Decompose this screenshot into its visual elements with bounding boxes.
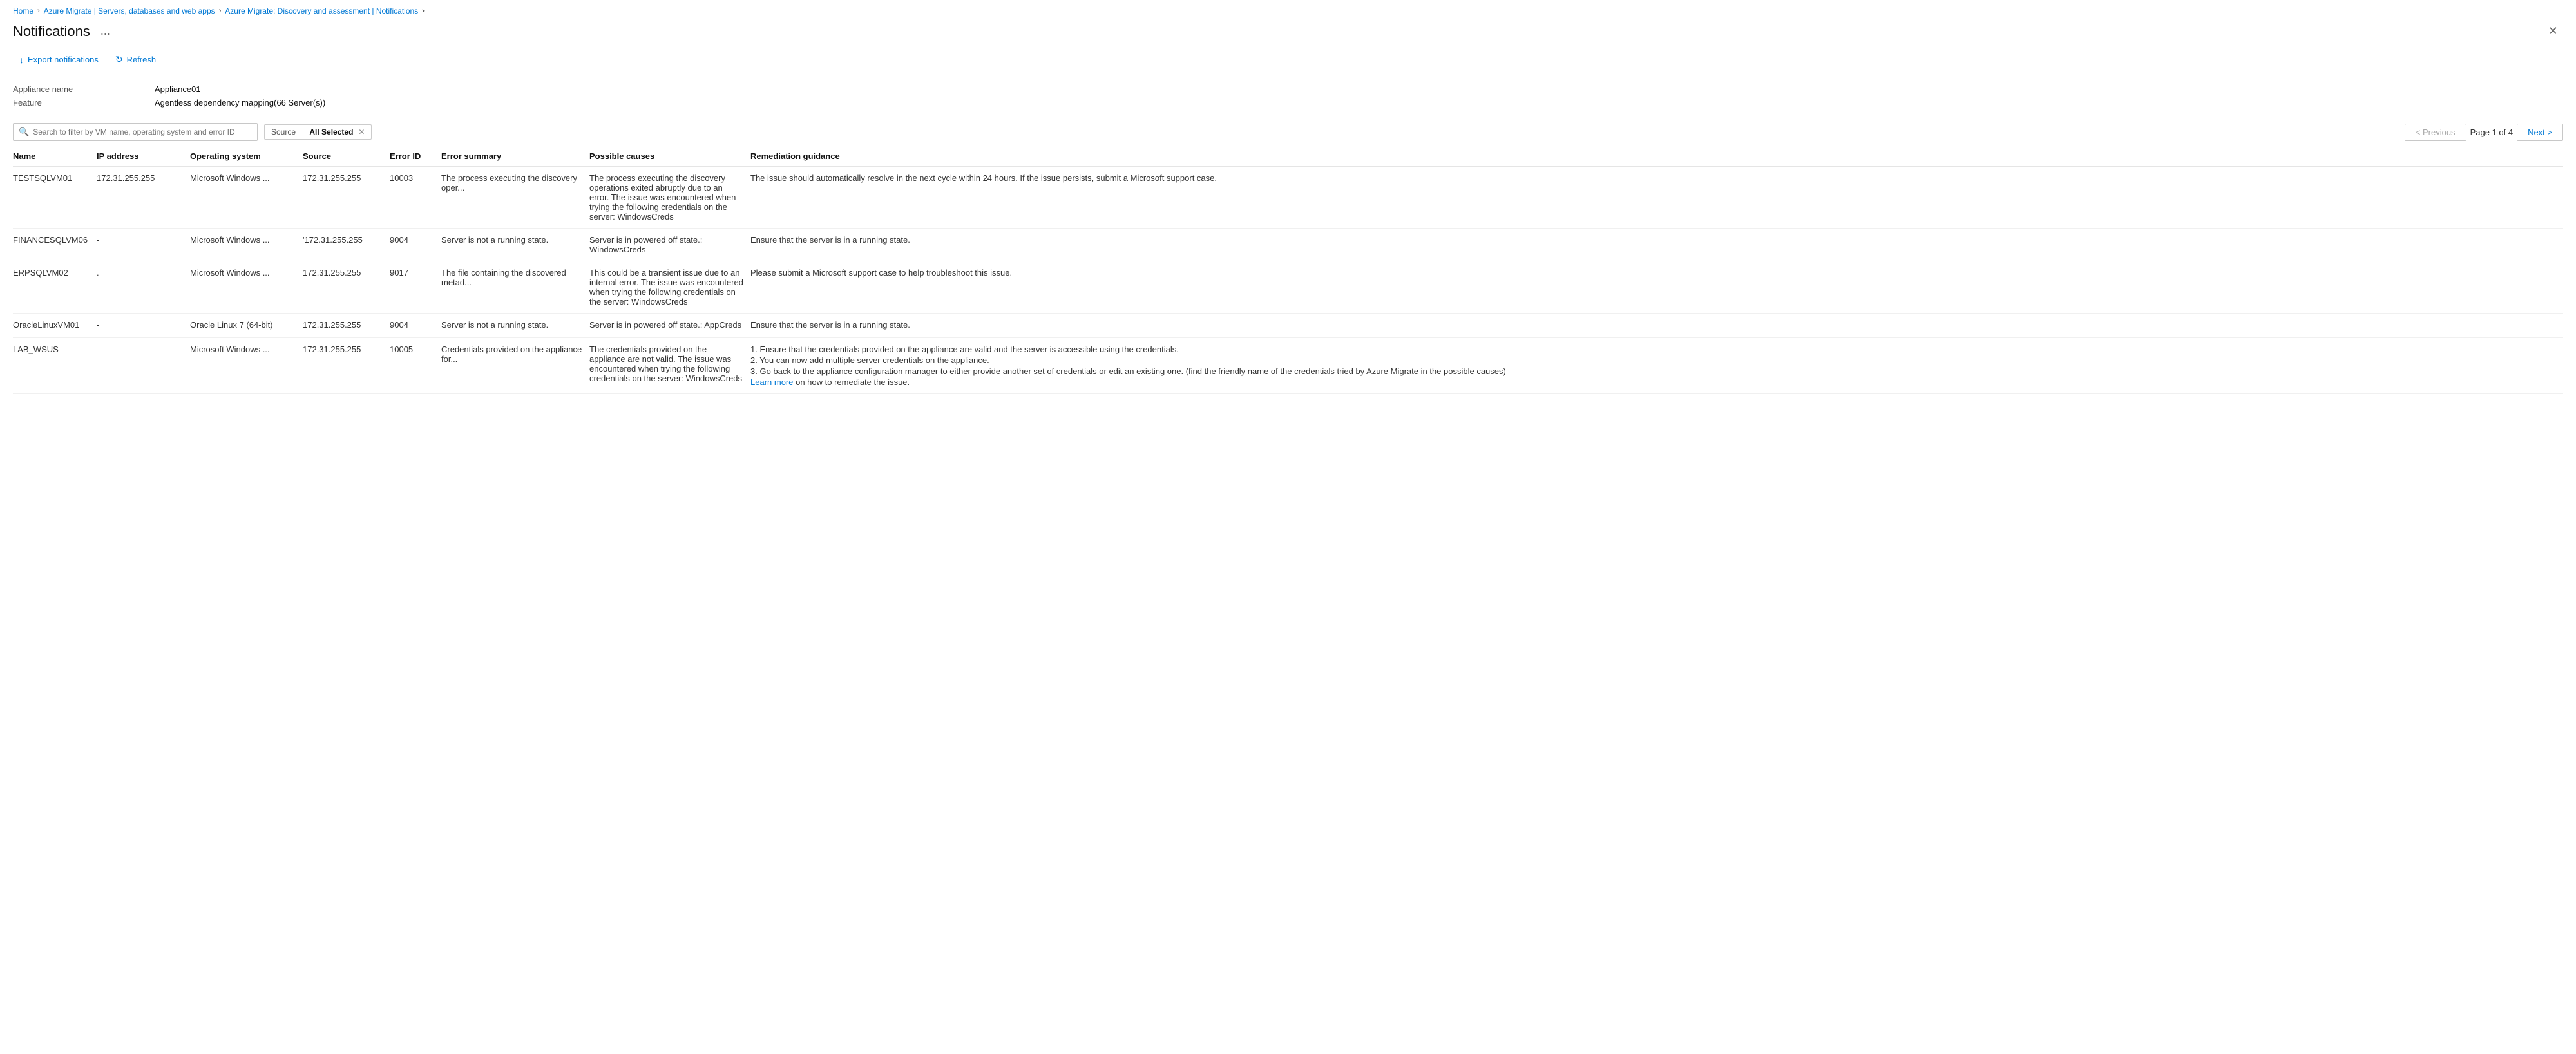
appliance-name-value: Appliance01 (155, 84, 201, 94)
refresh-button[interactable]: ↻ Refresh (109, 51, 162, 68)
cell-possible-causes: This could be a transient issue due to a… (589, 261, 750, 314)
feature-label: Feature (13, 98, 155, 108)
table-body: TESTSQLVM01172.31.255.255Microsoft Windo… (13, 167, 2563, 394)
cell-error-id: 9004 (390, 314, 441, 338)
cell-source: 172.31.255.255 (303, 261, 390, 314)
previous-button[interactable]: < Previous (2405, 124, 2466, 141)
cell-ip: 172.31.255.255 (97, 167, 190, 229)
cell-name: OracleLinuxVM01 (13, 314, 97, 338)
col-header-os: Operating system (190, 146, 303, 167)
cell-error-summary: The process executing the discovery oper… (441, 167, 589, 229)
cell-os: Oracle Linux 7 (64-bit) (190, 314, 303, 338)
cell-ip (97, 338, 190, 394)
page-header: Notifications ... ✕ (0, 19, 2576, 47)
more-options-button[interactable]: ... (97, 23, 114, 39)
cell-name: ERPSQLVM02 (13, 261, 97, 314)
cell-possible-causes: Server is in powered off state.: Windows… (589, 229, 750, 261)
search-box[interactable]: 🔍 (13, 123, 258, 141)
col-header-causes: Possible causes (589, 146, 750, 167)
search-input[interactable] (33, 127, 252, 136)
breadcrumb-home[interactable]: Home (13, 6, 33, 15)
cell-os: Microsoft Windows ... (190, 338, 303, 394)
cell-source: 172.31.255.255 (303, 167, 390, 229)
col-header-name: Name (13, 146, 97, 167)
col-header-remediation: Remediation guidance (750, 146, 2563, 167)
source-filter-clear[interactable]: ✕ (358, 127, 365, 136)
notifications-table: Name IP address Operating system Source … (13, 146, 2563, 394)
cell-possible-causes: Server is in powered off state.: AppCred… (589, 314, 750, 338)
cell-source: 172.31.255.255 (303, 338, 390, 394)
cell-os: Microsoft Windows ... (190, 261, 303, 314)
cell-remediation: Ensure that the server is in a running s… (750, 314, 2563, 338)
cell-ip: - (97, 314, 190, 338)
table-row: ERPSQLVM02.Microsoft Windows ...172.31.2… (13, 261, 2563, 314)
cell-error-summary: Credentials provided on the appliance fo… (441, 338, 589, 394)
appliance-name-label: Appliance name (13, 84, 155, 94)
col-header-source: Source (303, 146, 390, 167)
table-row: OracleLinuxVM01-Oracle Linux 7 (64-bit)1… (13, 314, 2563, 338)
export-notifications-button[interactable]: ↓ Export notifications (13, 52, 105, 68)
col-header-errorid: Error ID (390, 146, 441, 167)
source-filter-label: Source == (271, 127, 307, 136)
next-button[interactable]: Next > (2517, 124, 2563, 141)
col-header-ip: IP address (97, 146, 190, 167)
col-header-errsum: Error summary (441, 146, 589, 167)
pagination: < Previous Page 1 of 4 Next > (2405, 124, 2563, 141)
table-row: FINANCESQLVM06-Microsoft Windows ...'172… (13, 229, 2563, 261)
cell-remediation: Please submit a Microsoft support case t… (750, 261, 2563, 314)
table-row: LAB_WSUS Microsoft Windows ...172.31.255.… (13, 338, 2563, 394)
source-filter-value: All Selected (309, 127, 353, 136)
toolbar: ↓ Export notifications ↻ Refresh (0, 47, 2576, 75)
breadcrumb-notifications[interactable]: Azure Migrate: Discovery and assessment … (225, 6, 418, 15)
breadcrumb: Home › Azure Migrate | Servers, database… (0, 0, 2576, 19)
cell-possible-causes: The credentials provided on the applianc… (589, 338, 750, 394)
cell-os: Microsoft Windows ... (190, 167, 303, 229)
cell-source: 172.31.255.255 (303, 314, 390, 338)
cell-os: Microsoft Windows ... (190, 229, 303, 261)
table-row: TESTSQLVM01172.31.255.255Microsoft Windo… (13, 167, 2563, 229)
cell-remediation: Ensure that the server is in a running s… (750, 229, 2563, 261)
cell-error-id: 9017 (390, 261, 441, 314)
page-title: Notifications (13, 23, 90, 40)
cell-error-summary: Server is not a running state. (441, 229, 589, 261)
cell-error-summary: The file containing the discovered metad… (441, 261, 589, 314)
source-filter-badge[interactable]: Source == All Selected ✕ (264, 124, 372, 140)
cell-error-summary: Server is not a running state. (441, 314, 589, 338)
refresh-label: Refresh (127, 55, 157, 64)
cell-name: TESTSQLVM01 (13, 167, 97, 229)
refresh-icon: ↻ (115, 54, 123, 65)
search-icon: 🔍 (19, 127, 29, 137)
meta-section: Appliance name Appliance01 Feature Agent… (0, 75, 2576, 118)
cell-ip: - (97, 229, 190, 261)
cell-source: '172.31.255.255 (303, 229, 390, 261)
export-label: Export notifications (28, 55, 99, 64)
table-container: Name IP address Operating system Source … (0, 146, 2576, 394)
filter-bar: 🔍 Source == All Selected ✕ < Previous Pa… (0, 118, 2576, 146)
cell-remediation: The issue should automatically resolve i… (750, 167, 2563, 229)
cell-error-id: 10003 (390, 167, 441, 229)
cell-name: LAB_WSUS (13, 338, 97, 394)
cell-possible-causes: The process executing the discovery oper… (589, 167, 750, 229)
learn-more-link[interactable]: Learn more (750, 377, 793, 387)
cell-error-id: 10005 (390, 338, 441, 394)
page-info: Page 1 of 4 (2470, 127, 2514, 137)
cell-ip: . (97, 261, 190, 314)
cell-remediation: 1. Ensure that the credentials provided … (750, 338, 2563, 394)
cell-name: FINANCESQLVM06 (13, 229, 97, 261)
table-header: Name IP address Operating system Source … (13, 146, 2563, 167)
cell-error-id: 9004 (390, 229, 441, 261)
close-button[interactable]: ✕ (2543, 22, 2563, 41)
breadcrumb-servers[interactable]: Azure Migrate | Servers, databases and w… (44, 6, 215, 15)
export-icon: ↓ (19, 55, 24, 65)
feature-value: Agentless dependency mapping(66 Server(s… (155, 98, 325, 108)
